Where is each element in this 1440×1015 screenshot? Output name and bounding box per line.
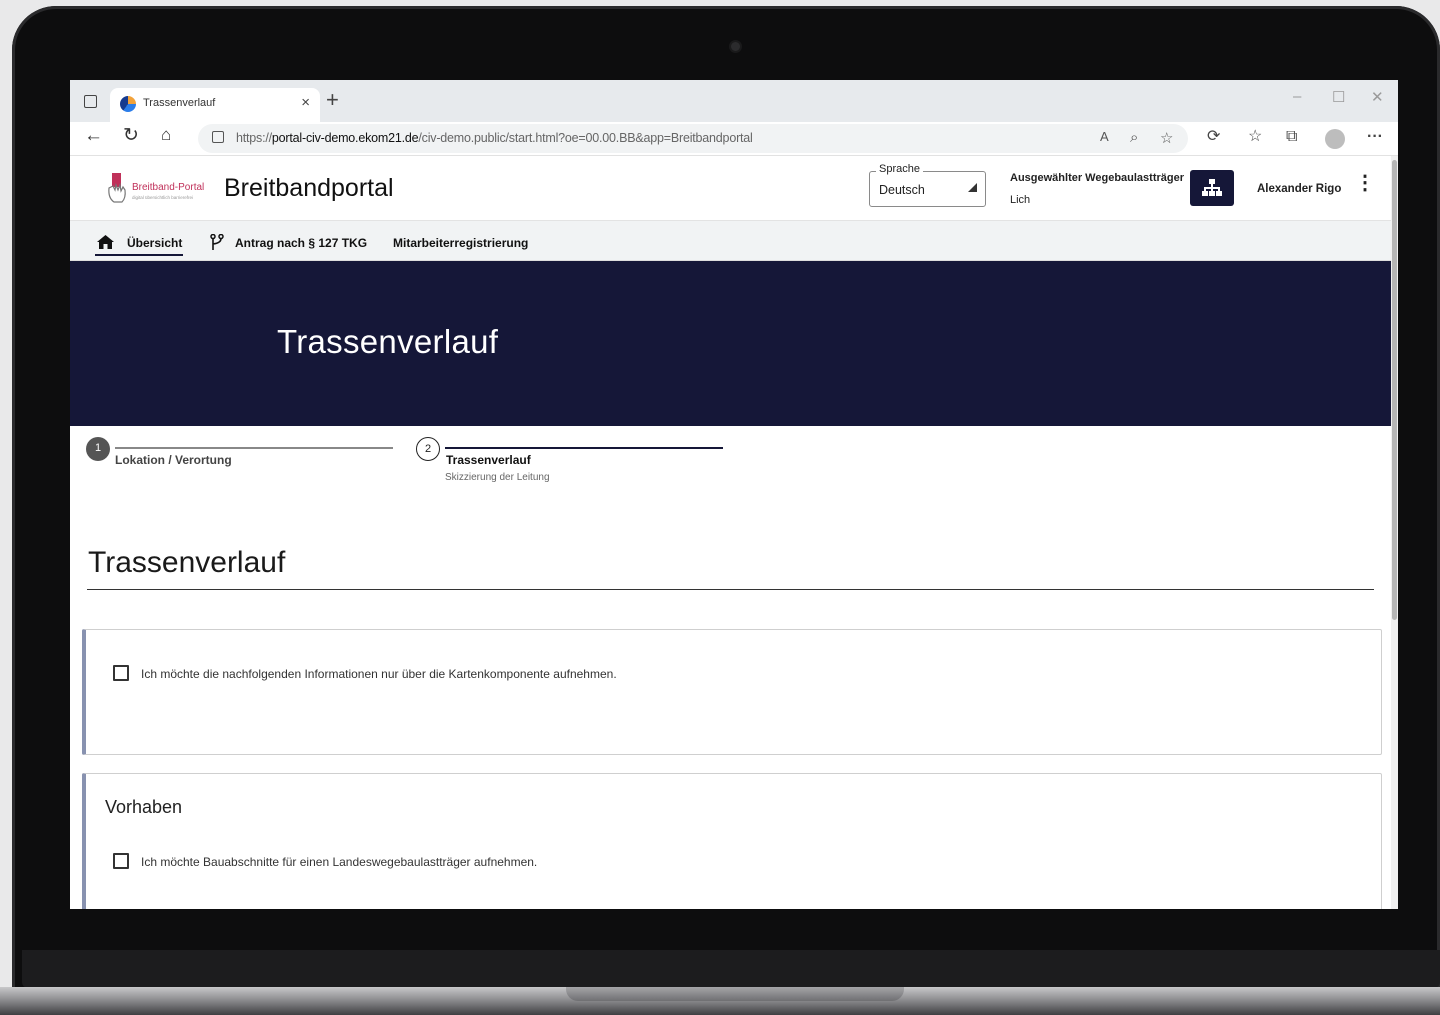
tab-actions-icon[interactable]: [84, 95, 97, 108]
tab-title: Trassenverlauf: [143, 97, 216, 109]
step-1-line: [115, 447, 393, 449]
bauabschnitte-checkbox-label[interactable]: Ich möchte Bauabschnitte für einen Lande…: [141, 855, 537, 869]
profile-avatar[interactable]: [1325, 129, 1345, 149]
active-nav-indicator: [95, 254, 183, 256]
back-icon[interactable]: ←: [84, 126, 103, 145]
logo-text: Breitband-Portal: [132, 182, 205, 193]
app-title: Breitbandportal: [224, 174, 394, 202]
vorhaben-title: Vorhaben: [105, 797, 183, 817]
browser-screen: Trassenverlauf × + – ☐ ✕ ← ↻ ⌂ https://p…: [70, 80, 1398, 909]
section-divider: [87, 589, 1374, 590]
collections-icon[interactable]: ⧉: [1286, 129, 1297, 145]
maximize-button[interactable]: ☐: [1332, 88, 1345, 106]
minimize-button[interactable]: –: [1293, 88, 1301, 105]
bauabschnitte-checkbox[interactable]: [113, 853, 129, 869]
browser-toolbar: ← ↻ ⌂ https://portal-civ-demo.ekom21.de/…: [70, 122, 1398, 156]
scrollbar-thumb[interactable]: [1392, 160, 1397, 620]
laptop-bezel: [22, 950, 1440, 988]
user-name[interactable]: Alexander Rigo: [1257, 183, 1341, 195]
close-window-button[interactable]: ✕: [1371, 88, 1384, 106]
organization-switch-button[interactable]: [1190, 170, 1234, 206]
section-title: Trassenverlauf: [88, 546, 286, 579]
url-prefix: https://: [236, 131, 272, 145]
carrier-value: Lich: [1010, 194, 1031, 206]
sitemap-icon: [1202, 179, 1222, 196]
nav-item-uebersicht[interactable]: Übersicht: [127, 236, 182, 250]
map-only-card: Ich möchte die nachfolgenden Information…: [82, 629, 1382, 755]
browser-tabstrip: Trassenverlauf × + – ☐ ✕: [70, 80, 1398, 122]
main-navigation: Übersicht Antrag nach § 127 TKG Mitarbei…: [70, 221, 1391, 261]
more-icon[interactable]: ···: [1367, 129, 1383, 145]
webcam: [731, 42, 740, 51]
carrier-label: Ausgewählter Wegebaulastträger: [1010, 172, 1185, 184]
dropdown-arrow-icon: [968, 183, 977, 192]
favorite-star-icon[interactable]: ☆: [1160, 129, 1173, 147]
address-bar[interactable]: https://portal-civ-demo.ekom21.de/civ-de…: [198, 124, 1188, 153]
logo-subtext: digital übersichtlich barrierefrei: [132, 195, 194, 200]
nav-item-mitarbeiterregistrierung[interactable]: Mitarbeiterregistrierung: [393, 236, 528, 250]
home-icon: [97, 235, 114, 249]
new-tab-button[interactable]: +: [326, 89, 339, 111]
nav-item-antrag[interactable]: Antrag nach § 127 TKG: [235, 236, 367, 250]
url-path: /civ-demo.public/start.html?oe=00.00.BB&…: [418, 131, 753, 145]
step-1-circle[interactable]: 1: [86, 437, 110, 461]
step-2-label[interactable]: Trassenverlauf: [446, 453, 531, 467]
language-label: Sprache: [876, 163, 923, 175]
language-select[interactable]: Sprache Deutsch: [869, 163, 986, 207]
map-only-checkbox[interactable]: [113, 665, 129, 681]
branch-icon: [210, 234, 224, 250]
laptop-notch: [566, 987, 904, 1001]
reload-icon[interactable]: ↻: [123, 126, 139, 145]
portal-logo[interactable]: Breitband-Portal digital übersichtlich b…: [106, 172, 214, 204]
favorites-icon[interactable]: ☆: [1248, 129, 1262, 145]
map-only-checkbox-label[interactable]: Ich möchte die nachfolgenden Information…: [141, 667, 617, 681]
url-host: portal-civ-demo.ekom21.de: [271, 131, 419, 145]
browser-tab[interactable]: Trassenverlauf ×: [110, 88, 320, 122]
favicon-icon: [120, 96, 136, 112]
logo-hand-icon: [108, 173, 126, 203]
hero-title: Trassenverlauf: [277, 323, 499, 360]
step-2-sublabel: Skizzierung der Leitung: [445, 472, 550, 483]
step-2-line: [445, 447, 723, 449]
step-1-label[interactable]: Lokation / Verortung: [115, 453, 232, 467]
vorhaben-card: Vorhaben Ich möchte Bauabschnitte für ei…: [82, 773, 1382, 909]
kebab-menu-icon[interactable]: ⋮: [1355, 173, 1375, 193]
tab-close-icon[interactable]: ×: [301, 94, 310, 111]
lock-icon: [212, 131, 224, 143]
url-text[interactable]: https://portal-civ-demo.ekom21.de/civ-de…: [236, 131, 753, 145]
language-value: Deutsch: [879, 183, 925, 197]
app-header: Breitband-Portal digital übersichtlich b…: [70, 156, 1391, 221]
read-aloud-icon[interactable]: A: [1100, 129, 1109, 144]
hero-banner: Trassenverlauf: [70, 261, 1391, 426]
extensions-icon[interactable]: ⟳: [1207, 129, 1220, 145]
home-button-icon[interactable]: ⌂: [161, 126, 171, 143]
step-2-circle[interactable]: 2: [416, 437, 440, 461]
zoom-icon[interactable]: ⌕: [1130, 129, 1138, 146]
